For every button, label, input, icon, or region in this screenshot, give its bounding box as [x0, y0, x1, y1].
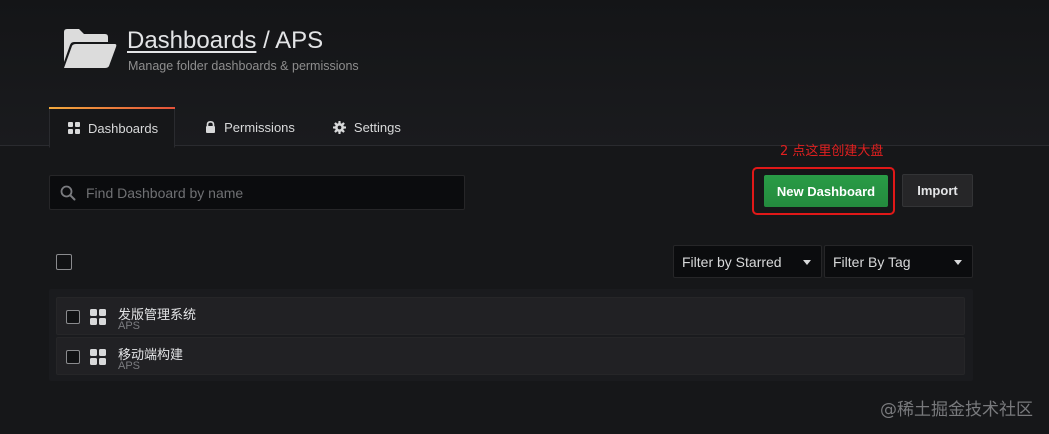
list-item[interactable]: 发版管理系统 APS	[56, 297, 965, 335]
row-checkbox[interactable]	[66, 350, 80, 364]
apps-icon	[90, 309, 106, 325]
apps-icon	[68, 122, 80, 134]
tab-settings[interactable]: Settings	[315, 107, 417, 147]
list-item[interactable]: 移动端构建 APS	[56, 337, 965, 375]
annotation-text: 2 点这里创建大盘	[780, 144, 884, 159]
page-title: Dashboards / APS	[127, 27, 323, 55]
select-all-checkbox[interactable]	[56, 254, 72, 270]
tab-permissions-label: Permissions	[224, 119, 295, 135]
dashboard-search-box	[49, 175, 465, 210]
dashboard-folder: APS	[118, 360, 141, 372]
folder-name: APS	[275, 27, 324, 54]
tab-dashboards-label: Dashboards	[88, 120, 159, 136]
filter-by-tag-select[interactable]: Filter By Tag	[824, 245, 973, 278]
tab-settings-label: Settings	[353, 119, 401, 135]
filter-by-tag-label: Filter By Tag	[833, 253, 911, 270]
lock-icon	[206, 121, 216, 133]
page-subtitle: Manage folder dashboards & permissions	[128, 59, 359, 73]
tab-permissions[interactable]: Permissions	[187, 107, 311, 147]
folder-open-icon	[64, 29, 117, 68]
dashboard-folder: APS	[118, 320, 141, 332]
page-header: Dashboards / APS Manage folder dashboard…	[0, 0, 1049, 148]
watermark: @稀土掘金技术社区	[880, 400, 1033, 420]
dashboards-breadcrumb-link[interactable]: Dashboards	[127, 27, 256, 54]
search-input[interactable]	[76, 176, 464, 209]
caret-down-icon	[954, 260, 962, 265]
new-dashboard-button[interactable]: New Dashboard	[764, 175, 888, 207]
tab-bar: Dashboards Permissions Settings	[49, 107, 417, 148]
cog-icon	[332, 120, 346, 134]
dashboard-list: 发版管理系统 APS 移动端构建 APS	[49, 289, 973, 381]
apps-icon	[90, 349, 106, 365]
title-separator: /	[256, 27, 276, 54]
tab-dashboards[interactable]: Dashboards	[49, 107, 176, 148]
filter-by-starred-select[interactable]: Filter by Starred	[673, 245, 822, 278]
search-icon	[60, 185, 76, 200]
import-button[interactable]: Import	[902, 174, 973, 207]
row-checkbox[interactable]	[66, 310, 80, 324]
filter-by-starred-label: Filter by Starred	[682, 253, 782, 270]
caret-down-icon	[803, 260, 811, 265]
